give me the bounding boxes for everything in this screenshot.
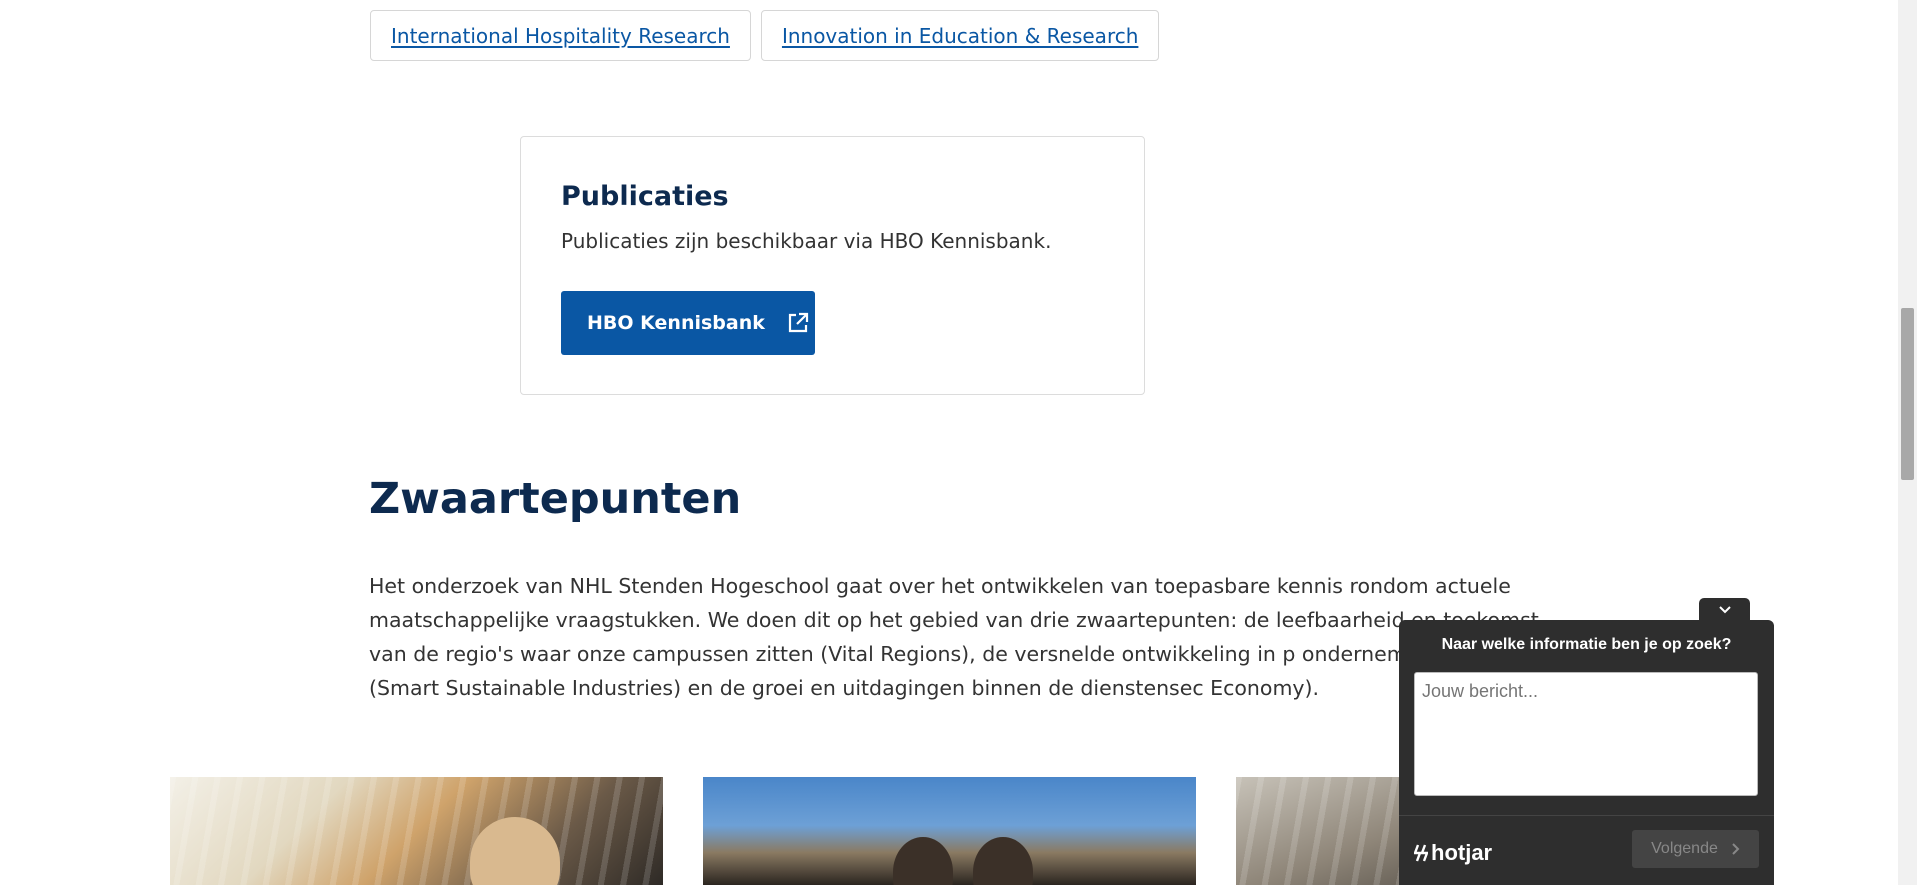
zwaartepunten-title: Zwaartepunten	[369, 474, 742, 524]
zwaartepunten-body: Het onderzoek van NHL Stenden Hogeschool…	[369, 574, 1539, 700]
person-figure	[973, 837, 1033, 885]
chevron-down-icon	[1718, 606, 1731, 614]
tag-label: International Hospitality Research	[391, 23, 730, 48]
hotjar-logo[interactable]: hotjar	[1414, 840, 1492, 866]
hotjar-logo-text: hotjar	[1431, 840, 1493, 865]
publicaties-text: Publicaties zijn beschikbaar via HBO Ken…	[561, 229, 1052, 253]
person-figure	[893, 837, 953, 885]
vital-regions-image[interactable]	[170, 777, 663, 885]
image-texture	[170, 777, 663, 885]
smart-sustainable-industries-image[interactable]	[703, 777, 1196, 885]
hbo-kennisbank-label: HBO Kennisbank	[587, 312, 765, 334]
hotjar-feedback-widget: Naar welke informatie ben je op zoek? ho…	[1399, 620, 1774, 885]
external-link-icon	[788, 312, 808, 333]
hotjar-footer: hotjar Volgende	[1399, 815, 1774, 885]
hotjar-next-button[interactable]: Volgende	[1632, 830, 1759, 868]
tag-label: Innovation in Education & Research	[781, 23, 1139, 48]
page-scrollbar[interactable]	[1898, 0, 1917, 885]
scrollbar-thumb[interactable]	[1901, 308, 1914, 480]
tag-innovation-in-education-research[interactable]: Innovation in Education & Research	[760, 10, 1160, 61]
hotjar-collapse-button[interactable]	[1699, 598, 1750, 622]
tag-row: International Hospitality Research Innov…	[370, 10, 1160, 61]
hotjar-flame-icon	[1414, 844, 1428, 862]
publicaties-card: Publicaties Publicaties zijn beschikbaar…	[520, 136, 1145, 395]
publicaties-title: Publicaties	[561, 181, 729, 212]
hbo-kennisbank-button[interactable]: HBO Kennisbank	[561, 291, 815, 355]
hotjar-question: Naar welke informatie ben je op zoek?	[1441, 636, 1732, 653]
hotjar-message-input[interactable]	[1414, 672, 1758, 796]
tag-international-hospitality-research[interactable]: International Hospitality Research	[370, 10, 751, 61]
hotjar-next-label: Volgende	[1651, 840, 1718, 857]
chevron-right-icon	[1732, 843, 1740, 855]
